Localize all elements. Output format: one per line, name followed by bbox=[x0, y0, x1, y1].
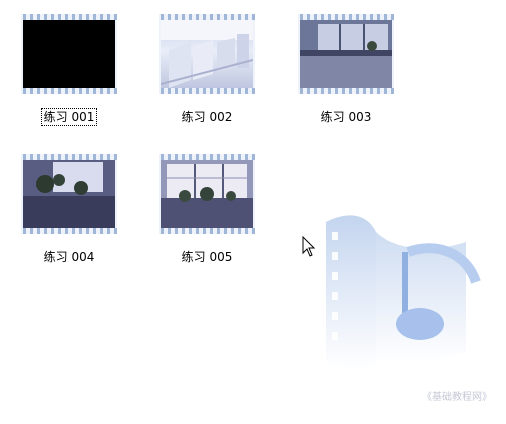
classroom-scene bbox=[161, 20, 253, 88]
file-label[interactable]: 练习 005 bbox=[152, 250, 262, 264]
plants-window-scene bbox=[161, 160, 253, 228]
film-sprockets-bottom bbox=[298, 88, 394, 94]
file-label[interactable]: 练习 004 bbox=[14, 250, 124, 264]
thumbnail-frame bbox=[23, 20, 115, 88]
file-item-004[interactable]: 练习 004 bbox=[14, 154, 124, 280]
video-thumbnail[interactable] bbox=[159, 14, 255, 94]
pointer-arrow-icon bbox=[302, 236, 316, 257]
file-label[interactable]: 练习 003 bbox=[291, 110, 401, 124]
thumbnail-view: 练习 001 练习 002 练习 003 练习 004 练习 005 《基础教程… bbox=[0, 0, 506, 424]
video-thumbnail[interactable] bbox=[159, 154, 255, 234]
video-thumbnail[interactable] bbox=[21, 14, 117, 94]
window-scene bbox=[300, 20, 392, 88]
film-sprockets-bottom bbox=[159, 228, 255, 234]
film-sprockets-bottom bbox=[159, 88, 255, 94]
plants-scene bbox=[23, 160, 115, 228]
thumbnail-frame bbox=[161, 20, 253, 88]
file-item-003[interactable]: 练习 003 bbox=[291, 14, 401, 140]
thumbnail-frame bbox=[161, 160, 253, 228]
film-sprockets-bottom bbox=[21, 228, 117, 234]
video-thumbnail[interactable] bbox=[298, 14, 394, 94]
file-item-001[interactable]: 练习 001 bbox=[14, 14, 124, 140]
file-item-002[interactable]: 练习 002 bbox=[152, 14, 262, 140]
film-music-note-icon bbox=[326, 215, 481, 370]
thumbnail-frame bbox=[23, 160, 115, 228]
file-label[interactable]: 练习 002 bbox=[152, 110, 262, 124]
file-item-005[interactable]: 练习 005 bbox=[152, 154, 262, 280]
video-thumbnail[interactable] bbox=[21, 154, 117, 234]
file-label[interactable]: 练习 001 bbox=[14, 108, 124, 126]
film-sprockets-bottom bbox=[21, 88, 117, 94]
thumbnail-frame bbox=[300, 20, 392, 88]
watermark-text: 《基础教程网》 bbox=[422, 392, 492, 403]
